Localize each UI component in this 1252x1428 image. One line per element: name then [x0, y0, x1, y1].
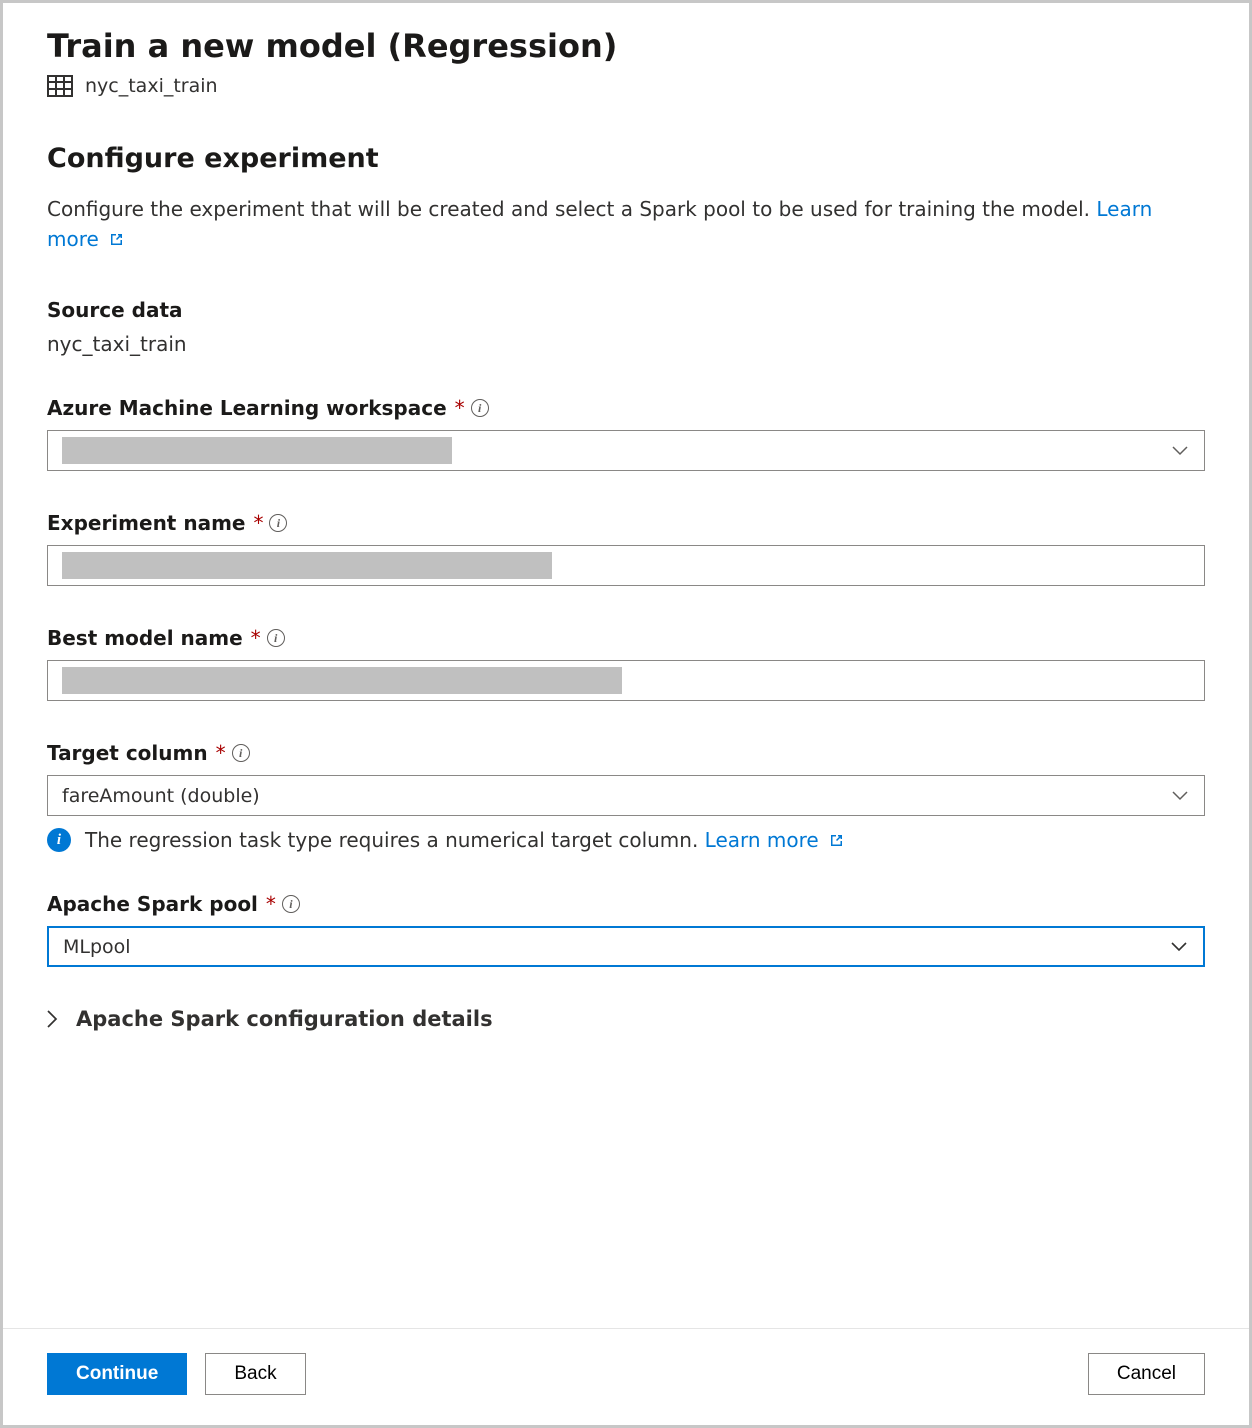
target-column-label: Target column * i [47, 741, 1205, 765]
required-asterisk: * [251, 626, 261, 650]
page-title: Train a new model (Regression) [47, 27, 1205, 65]
learn-more-link-target[interactable]: Learn more [705, 828, 844, 852]
target-column-value: fareAmount (double) [62, 785, 260, 807]
section-heading: Configure experiment [47, 143, 1205, 174]
panel-footer: Continue Back Cancel [3, 1328, 1249, 1425]
source-data-block: Source data nyc_taxi_train [47, 298, 1205, 356]
required-asterisk: * [266, 892, 276, 916]
spark-pool-dropdown[interactable]: MLpool [47, 926, 1205, 967]
spark-pool-value: MLpool [63, 936, 131, 958]
info-icon[interactable]: i [282, 895, 300, 913]
chevron-down-icon [1171, 942, 1187, 952]
dataset-breadcrumb: nyc_taxi_train [47, 75, 1205, 97]
required-asterisk: * [455, 396, 465, 420]
chevron-right-icon [47, 1010, 58, 1028]
source-data-label: Source data [47, 298, 1205, 322]
best-model-value-redacted [62, 667, 622, 694]
dataset-name: nyc_taxi_train [85, 75, 218, 97]
spark-pool-label: Apache Spark pool * i [47, 892, 1205, 916]
source-data-value: nyc_taxi_train [47, 332, 1205, 356]
workspace-label: Azure Machine Learning workspace * i [47, 396, 1205, 420]
experiment-label: Experiment name * i [47, 511, 1205, 535]
best-model-field: Best model name * i [47, 626, 1205, 701]
back-button[interactable]: Back [205, 1353, 305, 1395]
experiment-name-input[interactable] [47, 545, 1205, 586]
continue-button[interactable]: Continue [47, 1353, 187, 1395]
target-column-info: i The regression task type requires a nu… [47, 828, 1205, 852]
required-asterisk: * [253, 511, 263, 535]
info-icon: i [47, 828, 71, 852]
required-asterisk: * [216, 741, 226, 765]
workspace-dropdown[interactable] [47, 430, 1205, 471]
target-info-text: The regression task type requires a nume… [85, 828, 705, 852]
train-model-panel: Train a new model (Regression) nyc_taxi_… [0, 0, 1252, 1428]
best-model-name-input[interactable] [47, 660, 1205, 701]
spark-config-expander[interactable]: Apache Spark configuration details [47, 1007, 1205, 1031]
external-link-icon [109, 232, 124, 247]
info-icon[interactable]: i [471, 399, 489, 417]
best-model-label: Best model name * i [47, 626, 1205, 650]
target-column-field: Target column * i fareAmount (double) i … [47, 741, 1205, 852]
workspace-field: Azure Machine Learning workspace * i [47, 396, 1205, 471]
expander-label: Apache Spark configuration details [76, 1007, 493, 1031]
panel-content: Train a new model (Regression) nyc_taxi_… [3, 3, 1249, 1328]
spark-pool-field: Apache Spark pool * i MLpool [47, 892, 1205, 967]
section-description: Configure the experiment that will be cr… [47, 194, 1205, 254]
experiment-field: Experiment name * i [47, 511, 1205, 586]
table-icon [47, 75, 73, 97]
workspace-value-redacted [62, 437, 452, 464]
chevron-down-icon [1172, 446, 1188, 456]
target-column-dropdown[interactable]: fareAmount (double) [47, 775, 1205, 816]
experiment-value-redacted [62, 552, 552, 579]
info-icon[interactable]: i [269, 514, 287, 532]
info-icon[interactable]: i [232, 744, 250, 762]
chevron-down-icon [1172, 791, 1188, 801]
external-link-icon [829, 833, 844, 848]
info-icon[interactable]: i [267, 629, 285, 647]
description-text: Configure the experiment that will be cr… [47, 197, 1096, 221]
cancel-button[interactable]: Cancel [1088, 1353, 1205, 1395]
